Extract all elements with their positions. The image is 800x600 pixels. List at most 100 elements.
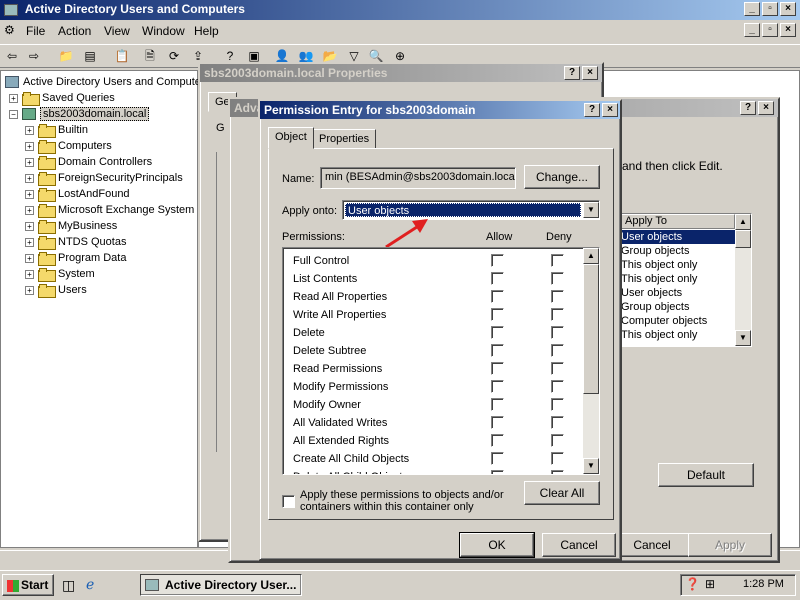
- deny-checkbox[interactable]: [551, 272, 564, 285]
- expand-icon[interactable]: +: [25, 237, 34, 247]
- taskbar-task-ad-users[interactable]: Active Directory User...: [140, 574, 302, 596]
- tab-properties[interactable]: Properties: [312, 129, 377, 149]
- tree-item-mybusiness[interactable]: + MyBusiness: [25, 218, 117, 235]
- close-icon[interactable]: ×: [582, 66, 598, 80]
- expand-icon[interactable]: +: [25, 189, 34, 199]
- deny-checkbox[interactable]: [551, 434, 564, 447]
- show-tree-icon[interactable]: ▤: [80, 47, 100, 65]
- deny-checkbox[interactable]: [551, 416, 564, 429]
- deny-checkbox[interactable]: [551, 308, 564, 321]
- allow-checkbox[interactable]: [491, 308, 504, 321]
- apply-to-item[interactable]: This object only: [621, 272, 697, 286]
- scroll-thumb[interactable]: [735, 230, 751, 248]
- scroll-up-icon[interactable]: ▲: [735, 214, 751, 230]
- tree-item-system[interactable]: + System: [25, 266, 95, 283]
- apply-to-item[interactable]: Group objects: [621, 300, 689, 314]
- change-button[interactable]: Change...: [524, 165, 600, 189]
- tree-item-exchange-system[interactable]: + Microsoft Exchange System: [25, 202, 194, 219]
- properties-icon[interactable]: 🗎: [140, 47, 160, 65]
- tree-item-domain[interactable]: − sbs2003domain.local: [9, 106, 150, 122]
- allow-checkbox[interactable]: [491, 290, 504, 303]
- expand-icon[interactable]: +: [25, 141, 34, 151]
- main-titlebar[interactable]: Active Directory Users and Computers _ ▫…: [0, 0, 800, 20]
- deny-checkbox[interactable]: [551, 452, 564, 465]
- permissions-list[interactable]: Full Control List Contents Read All Proper…: [282, 247, 600, 475]
- child-close-icon[interactable]: ×: [780, 23, 796, 37]
- deny-checkbox[interactable]: [551, 380, 564, 393]
- menu-action[interactable]: Action: [58, 24, 91, 38]
- apply-to-scrollbar[interactable]: ▲ ▼: [735, 214, 751, 346]
- expand-icon[interactable]: +: [25, 125, 34, 135]
- tree-item-users[interactable]: + Users: [25, 282, 87, 299]
- properties-titlebar[interactable]: sbs2003domain.local Properties ? ×: [200, 64, 602, 82]
- expand-icon[interactable]: +: [25, 253, 34, 263]
- clear-all-button[interactable]: Clear All: [524, 481, 600, 505]
- help-icon[interactable]: ?: [584, 103, 600, 117]
- deny-checkbox[interactable]: [551, 290, 564, 303]
- tree-item-domain-controllers[interactable]: + Domain Controllers: [25, 154, 152, 171]
- menu-window[interactable]: Window: [142, 24, 185, 38]
- up-folder-icon[interactable]: 📁: [56, 47, 76, 65]
- scroll-down-icon[interactable]: ▼: [583, 458, 599, 474]
- tree-root[interactable]: Active Directory Users and Computers: [5, 74, 210, 90]
- apply-to-item[interactable]: User objects: [621, 230, 735, 244]
- deny-checkbox[interactable]: [551, 344, 564, 357]
- child-minimize-icon[interactable]: _: [744, 23, 760, 37]
- internet-explorer-icon[interactable]: ℯ: [86, 576, 94, 593]
- allow-checkbox[interactable]: [491, 470, 504, 474]
- expand-icon[interactable]: +: [25, 285, 34, 295]
- permission-entry-titlebar[interactable]: Permission Entry for sbs2003domain ? ×: [260, 101, 620, 119]
- network-tray-icon[interactable]: ⊞: [705, 577, 715, 591]
- close-icon[interactable]: ×: [758, 101, 774, 115]
- allow-checkbox[interactable]: [491, 380, 504, 393]
- permissions-scrollbar[interactable]: ▲ ▼: [583, 248, 599, 474]
- tree-item-foreign-security-principals[interactable]: + ForeignSecurityPrincipals: [25, 170, 183, 187]
- expand-icon[interactable]: +: [25, 269, 34, 279]
- help-tray-icon[interactable]: ❓: [685, 577, 700, 591]
- allow-checkbox[interactable]: [491, 434, 504, 447]
- apply-to-item[interactable]: User objects: [621, 286, 682, 300]
- allow-checkbox[interactable]: [491, 452, 504, 465]
- allow-checkbox[interactable]: [491, 326, 504, 339]
- tree-item-program-data[interactable]: + Program Data: [25, 250, 126, 267]
- help-icon[interactable]: ?: [564, 66, 580, 80]
- deny-checkbox[interactable]: [551, 470, 564, 474]
- default-button[interactable]: Default: [658, 463, 754, 487]
- scroll-thumb[interactable]: [583, 264, 599, 394]
- apply-to-item[interactable]: This object only: [621, 258, 697, 272]
- deny-checkbox[interactable]: [551, 254, 564, 267]
- tree-item-ntds-quotas[interactable]: + NTDS Quotas: [25, 234, 126, 251]
- forward-icon[interactable]: ⇨: [24, 47, 44, 65]
- chevron-down-icon[interactable]: ▼: [583, 202, 599, 218]
- menu-file[interactable]: File: [26, 24, 45, 38]
- help-icon[interactable]: ?: [740, 101, 756, 115]
- tab-object[interactable]: Object: [268, 127, 314, 149]
- tree-item-lost-and-found[interactable]: + LostAndFound: [25, 186, 130, 203]
- allow-checkbox[interactable]: [491, 254, 504, 267]
- refresh-icon[interactable]: ⟳: [164, 47, 184, 65]
- maximize-icon[interactable]: ▫: [762, 2, 778, 16]
- close-icon[interactable]: ×: [780, 2, 796, 16]
- show-desktop-icon[interactable]: ◫: [62, 577, 75, 594]
- ok-button[interactable]: OK: [459, 532, 535, 558]
- minimize-icon[interactable]: _: [744, 2, 760, 16]
- apply-to-item[interactable]: Group objects: [621, 244, 689, 258]
- apply-button[interactable]: Apply: [688, 533, 772, 557]
- start-button[interactable]: Start: [2, 574, 54, 596]
- apply-to-header[interactable]: Apply To: [621, 214, 735, 229]
- apply-to-list[interactable]: Apply To User objects Group objects This…: [620, 213, 752, 347]
- child-restore-icon[interactable]: ▫: [762, 23, 778, 37]
- menu-help[interactable]: Help: [194, 24, 219, 38]
- menu-view[interactable]: View: [104, 24, 130, 38]
- copy-icon[interactable]: 📋: [112, 47, 132, 65]
- scroll-down-icon[interactable]: ▼: [735, 330, 751, 346]
- tree-item-saved-queries[interactable]: + Saved Queries: [9, 90, 115, 107]
- expand-icon[interactable]: +: [9, 93, 18, 103]
- deny-checkbox[interactable]: [551, 326, 564, 339]
- allow-checkbox[interactable]: [491, 272, 504, 285]
- tree-item-computers[interactable]: + Computers: [25, 138, 112, 155]
- apply-container-only-checkbox[interactable]: [282, 495, 295, 508]
- scroll-up-icon[interactable]: ▲: [583, 248, 599, 264]
- close-icon[interactable]: ×: [602, 103, 618, 117]
- expand-icon[interactable]: +: [25, 221, 34, 231]
